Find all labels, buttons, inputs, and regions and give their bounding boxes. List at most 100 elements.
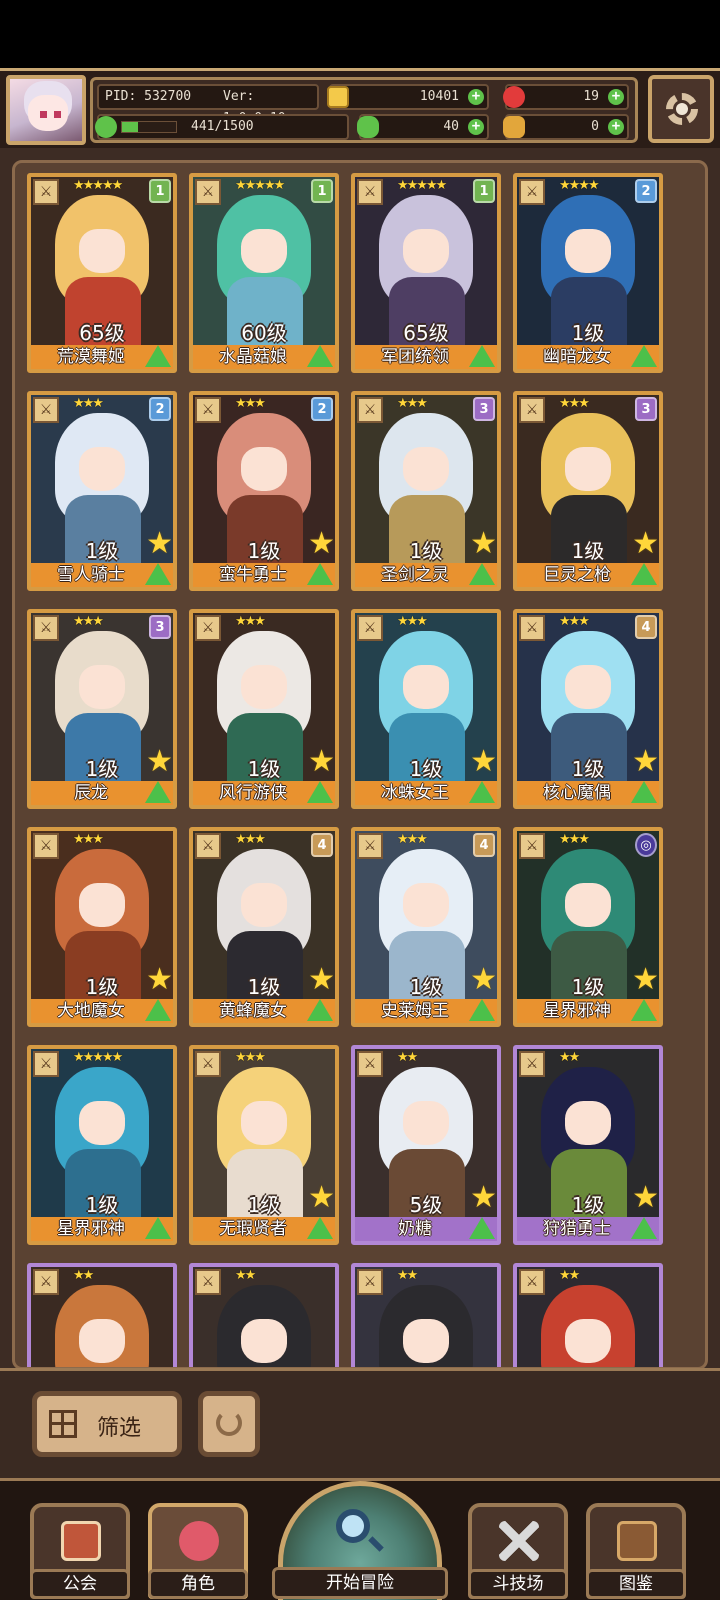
class-icon: ⚔ <box>519 833 545 859</box>
tier-badge: 3 <box>149 615 171 639</box>
class-icon: ⚔ <box>195 179 221 205</box>
player-avatar[interactable] <box>6 75 86 145</box>
portrait-face <box>241 883 287 927</box>
class-icon: ⚔ <box>357 1051 383 1077</box>
avatar-eye <box>54 111 61 118</box>
tier-badge: 4 <box>311 833 333 857</box>
upgrade-arrow-icon[interactable] <box>307 563 333 585</box>
star-badge-icon: ★ <box>470 962 497 997</box>
level-label: 1级 <box>85 1193 119 1217</box>
filter-button[interactable]: 筛选 <box>32 1391 182 1457</box>
tier-badge: 3 <box>473 397 495 421</box>
portrait-face <box>79 229 125 273</box>
character-card[interactable]: ⚔ ★★★★★ 1级 星界邪神 <box>27 1045 177 1245</box>
character-card[interactable]: ⚔ ★★★★★ 1 65级 荒漠舞姬 <box>27 173 177 373</box>
character-card[interactable]: ⚔ ★★★ 4 1级 ★ 黄蜂魔女 <box>189 827 339 1027</box>
star-badge-icon: ★ <box>470 526 497 561</box>
nav-adventure[interactable]: 开始冒险 <box>272 1481 448 1600</box>
upgrade-arrow-icon[interactable] <box>631 999 657 1021</box>
tier-badge: 4 <box>473 833 495 857</box>
character-card[interactable]: ⚔ ★★★ 3 1级 ★ 辰龙 <box>27 609 177 809</box>
character-card[interactable]: ⚔ ★★★ ◎ 1级 ★ 星界邪神 <box>513 827 663 1027</box>
level-label: 65级 <box>79 321 125 345</box>
upgrade-arrow-icon[interactable] <box>145 563 171 585</box>
clover-icon <box>357 116 379 138</box>
upgrade-arrow-icon[interactable] <box>307 781 333 803</box>
upgrade-arrow-icon[interactable] <box>145 999 171 1021</box>
character-card[interactable]: ⚔ ★★★ 3 1级 ★ 巨灵之枪 <box>513 391 663 591</box>
portrait-face <box>565 447 611 491</box>
character-card[interactable]: ⚔ ★★★ 1级 ★ 冰蛛女王 <box>351 609 501 809</box>
upgrade-arrow-icon[interactable] <box>307 1217 333 1239</box>
rarity-stars: ★★★★★ <box>73 178 123 193</box>
upgrade-arrow-icon[interactable] <box>631 781 657 803</box>
rarity-stars: ★★ <box>235 1268 256 1283</box>
rarity-stars: ★★ <box>397 1050 418 1065</box>
character-card[interactable]: ⚔ ★★★ 3 1级 ★ 圣剑之灵 <box>351 391 501 591</box>
character-grid[interactable]: ⚔ ★★★★★ 1 65级 荒漠舞姬 ⚔ ★★★★★ 1 60级 水晶菇娘 ⚔ ★★★★★ 1 65级 军团… <box>12 160 708 1370</box>
character-name: 奶糖 <box>398 1219 432 1239</box>
character-card[interactable]: ⚔ ★★★ 2 1级 ★ 蛮牛勇士 <box>189 391 339 591</box>
star-badge-icon: ★ <box>632 962 659 997</box>
nav-guild[interactable]: 公会 <box>30 1503 130 1599</box>
upgrade-arrow-icon[interactable] <box>307 345 333 367</box>
horn-icon <box>503 116 525 138</box>
class-icon: ⚔ <box>195 615 221 641</box>
character-card[interactable]: ⚔ ★★★★★ 1 65级 军团统领 <box>351 173 501 373</box>
character-card[interactable]: ⚔ ★★ <box>351 1263 501 1367</box>
nav-arena[interactable]: 斗技场 <box>468 1503 568 1599</box>
upgrade-arrow-icon[interactable] <box>145 1217 171 1239</box>
star-badge-icon: ★ <box>146 962 173 997</box>
character-card[interactable]: ⚔ ★★★ 2 1级 ★ 雪人骑士 <box>27 391 177 591</box>
character-card[interactable]: ⚔ ★★ <box>27 1263 177 1367</box>
settings-button[interactable] <box>648 75 714 143</box>
upgrade-arrow-icon[interactable] <box>631 345 657 367</box>
character-card[interactable]: ⚔ ★★★ 1级 ★ 大地魔女 <box>27 827 177 1027</box>
character-card[interactable]: ⚔ ★★★ 4 1级 ★ 史莱姆王 <box>351 827 501 1027</box>
rarity-stars: ★★★★★ <box>397 178 447 193</box>
character-name: 星界邪神 <box>543 1001 611 1021</box>
rarity-stars: ★★★ <box>397 614 428 629</box>
nav-roles[interactable]: 角色 <box>148 1503 248 1599</box>
upgrade-arrow-icon[interactable] <box>469 999 495 1021</box>
nav-codex-label: 图鉴 <box>586 1569 686 1599</box>
upgrade-arrow-icon[interactable] <box>145 345 171 367</box>
refresh-button[interactable] <box>198 1391 260 1457</box>
character-card[interactable]: ⚔ ★★★ 1级 ★ 风行游侠 <box>189 609 339 809</box>
character-card[interactable]: ⚔ ★★ <box>189 1263 339 1367</box>
rarity-stars: ★★★ <box>235 614 266 629</box>
character-card[interactable]: ⚔ ★★ 1级 ★ 狩猎勇士 <box>513 1045 663 1245</box>
gear-icon <box>666 93 698 125</box>
character-card[interactable]: ⚔ ★★★ 4 1级 ★ 核心魔偶 <box>513 609 663 809</box>
character-list-area: ⚔ ★★★★★ 1 65级 荒漠舞姬 ⚔ ★★★★★ 1 60级 水晶菇娘 ⚔ ★★★★★ 1 65级 军团… <box>0 148 720 1370</box>
upgrade-arrow-icon[interactable] <box>307 999 333 1021</box>
gold-add-button[interactable]: + <box>468 89 484 105</box>
star-badge-icon: ★ <box>470 1180 497 1215</box>
pid-text: PID: 532700 <box>105 89 192 104</box>
character-card[interactable]: ⚔ ★★★ 1级 ★ 无瑕贤者 <box>189 1045 339 1245</box>
upgrade-arrow-icon[interactable] <box>145 781 171 803</box>
upgrade-arrow-icon[interactable] <box>631 563 657 585</box>
class-icon: ⚔ <box>357 615 383 641</box>
upgrade-arrow-icon[interactable] <box>469 781 495 803</box>
character-card[interactable]: ⚔ ★★ 5级 ★ 奶糖 <box>351 1045 501 1245</box>
character-card[interactable]: ⚔ ★★★★★ 1 60级 水晶菇娘 <box>189 173 339 373</box>
rarity-stars: ★★★ <box>73 396 104 411</box>
class-icon: ⚔ <box>519 1269 545 1295</box>
nav-codex[interactable]: 图鉴 <box>586 1503 686 1599</box>
character-name: 水晶菇娘 <box>219 347 287 367</box>
upgrade-arrow-icon[interactable] <box>469 563 495 585</box>
upgrade-arrow-icon[interactable] <box>631 1217 657 1239</box>
class-icon: ⚔ <box>357 397 383 423</box>
upgrade-arrow-icon[interactable] <box>469 1217 495 1239</box>
character-card[interactable]: ⚔ ★★ <box>513 1263 663 1367</box>
clover-add-button[interactable]: + <box>468 119 484 135</box>
upgrade-arrow-icon[interactable] <box>469 345 495 367</box>
star-badge-icon: ★ <box>470 744 497 779</box>
character-card[interactable]: ⚔ ★★★★ 2 1级 幽暗龙女 <box>513 173 663 373</box>
class-icon: ⚔ <box>195 397 221 423</box>
ruby-add-button[interactable]: + <box>608 89 624 105</box>
horn-add-button[interactable]: + <box>608 119 624 135</box>
class-icon: ⚔ <box>33 179 59 205</box>
rarity-stars: ★★★ <box>397 396 428 411</box>
